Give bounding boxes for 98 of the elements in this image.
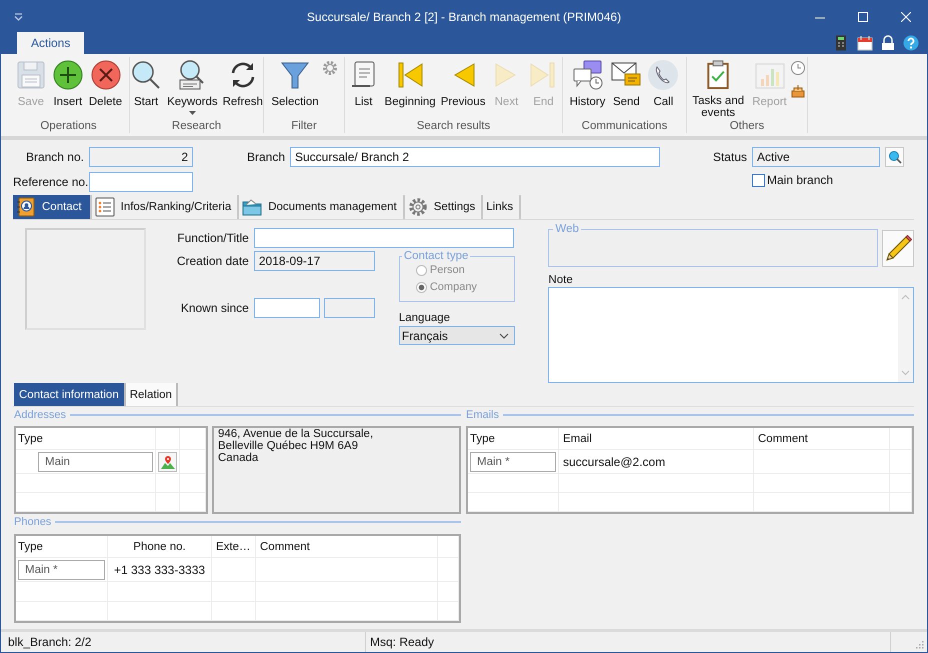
column-header: Comment [754, 428, 890, 450]
main-branch-checkbox[interactable]: Main branch [752, 173, 880, 187]
small-button[interactable] [790, 82, 807, 99]
chevron-down-icon [498, 332, 509, 338]
ribbon-button[interactable]: Start [128, 59, 164, 119]
resize-grip-icon [916, 641, 924, 649]
tab[interactable]: Contact information [14, 383, 126, 406]
creation-date-field[interactable]: 2018-09-17 [254, 251, 375, 271]
type-field[interactable]: Main * [18, 560, 105, 580]
tray-icon [790, 82, 806, 98]
field-label: Creation date [176, 254, 249, 268]
tab[interactable]: Contact [13, 195, 92, 219]
calendar-button[interactable] [856, 34, 873, 52]
field-label: Language [398, 312, 452, 324]
field-label: Web [554, 223, 580, 235]
lock-button[interactable] [879, 34, 896, 52]
field-label: Known since [180, 301, 249, 315]
type-field[interactable]: Main [38, 452, 153, 472]
chat-bubbles-icon [572, 59, 604, 91]
pencil-icon [884, 234, 912, 262]
address-field[interactable]: 946, Avenue de la Succursale, Belleville Québec H9M 6A9 Canada [212, 426, 461, 514]
ribbon-button[interactable]: History [568, 59, 608, 119]
known-since-field[interactable] [254, 298, 320, 318]
help-button[interactable] [902, 34, 919, 52]
section-label: Addresses [14, 409, 66, 421]
column-header: Exte… [212, 536, 256, 558]
small-button[interactable] [322, 59, 339, 76]
ribbon-button[interactable]: Call [645, 59, 682, 119]
calendar-icon [856, 35, 872, 51]
group-label: Contact type [402, 250, 470, 262]
group-label: Others [728, 119, 766, 133]
language-dropdown[interactable]: Français [398, 326, 515, 345]
column-header: Type [16, 428, 156, 450]
edit-button[interactable] [882, 230, 914, 267]
ribbon-button[interactable]: Keywords [165, 59, 220, 119]
field-label: Branch [246, 150, 285, 164]
reference-no-field[interactable] [89, 172, 193, 192]
section-label: Emails [466, 409, 500, 421]
chevron-down-icon [901, 370, 910, 376]
field-label: Branch no. [24, 150, 84, 164]
column-header: Email [559, 428, 754, 450]
list-icon [94, 197, 115, 217]
known-since-field[interactable] [324, 298, 375, 318]
lock-icon [880, 35, 896, 51]
branch-no-field[interactable]: 2 [89, 147, 193, 167]
note-field[interactable] [548, 287, 914, 383]
column-header: Comment [256, 536, 438, 558]
group-label: Search results [416, 119, 492, 133]
maximize-icon [858, 12, 868, 22]
ribbon-button[interactable]: Beginning [382, 59, 438, 119]
plus-circle-icon [52, 59, 84, 91]
function-title-field[interactable] [254, 228, 514, 248]
column-header: Phone no. [108, 536, 212, 558]
ribbon-button[interactable]: List [346, 59, 382, 119]
field-label: Note [548, 274, 574, 286]
ribbon-button[interactable]: Previous [438, 59, 488, 119]
settings-icon [408, 197, 428, 217]
table-cell: +1 333 333-3333 [108, 558, 212, 582]
search-icon [888, 150, 902, 164]
settings-icon [322, 60, 338, 76]
tab[interactable]: Relation [126, 383, 178, 406]
column-header: Type [16, 536, 108, 558]
section-label: Phones [14, 516, 52, 528]
help-icon [902, 35, 918, 51]
close-icon [900, 12, 910, 22]
contact-book-icon [16, 197, 36, 217]
folder-icon [242, 197, 262, 217]
search-icon [130, 59, 162, 91]
type-field[interactable]: Main * [470, 452, 556, 472]
field-label: Status [712, 150, 747, 164]
ribbon-button[interactable]: Tasks and events [687, 59, 750, 119]
status-text: blk_Branch: 2/2 [1, 632, 366, 652]
group-label: Communications [580, 119, 668, 133]
map-pin-icon [160, 454, 174, 468]
ribbon-button[interactable]: Delete [86, 59, 124, 119]
ribbon-button[interactable]: Insert [50, 59, 86, 119]
field-label: Function/Title [176, 231, 249, 245]
ribbon-button[interactable]: Send [608, 59, 644, 119]
status-text: Msq: Ready [366, 632, 891, 652]
pin-icon [14, 12, 23, 20]
branch-field[interactable]: Succursale/ Branch 2 [290, 147, 660, 167]
group-label: Filter [290, 119, 318, 133]
x-circle-icon [90, 59, 122, 91]
clock-icon [790, 60, 806, 76]
small-button[interactable] [790, 59, 807, 76]
status-field[interactable]: Active [752, 147, 880, 167]
ribbon-button[interactable]: Refresh [220, 59, 265, 119]
ribbon-button[interactable]: Selection [269, 59, 321, 119]
search-button[interactable] [885, 147, 904, 167]
group-label: Operations [39, 119, 98, 133]
group-label: Research [170, 119, 222, 133]
chevron-up-icon [901, 294, 910, 300]
phone-icon [647, 59, 680, 91]
scrollbar[interactable] [898, 288, 913, 382]
window-title: Succursale/ Branch 2 [2] - Branch management (PRIM046) [306, 10, 622, 24]
ribbon-tab[interactable]: Actions [17, 32, 84, 54]
table-cell: succursale@2.com [559, 450, 754, 474]
column-header: Type [468, 428, 559, 450]
